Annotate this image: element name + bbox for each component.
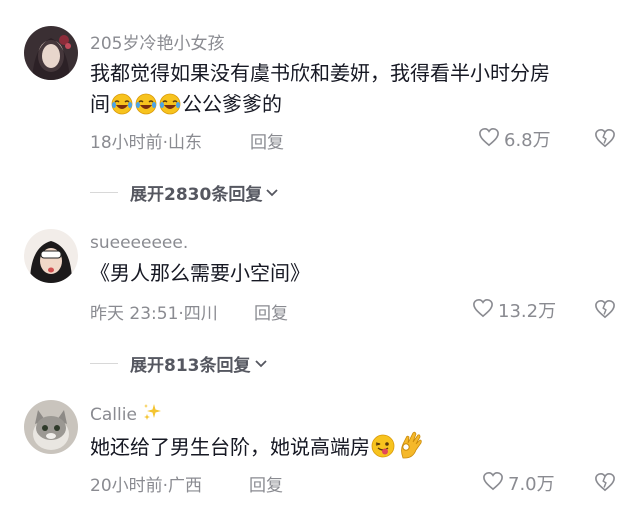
dislike-button[interactable] [594, 472, 616, 496]
comment-text-line: 我都觉得如果没有虞书欣和姜妍，我得看半小时分房 [90, 61, 550, 85]
reply-button[interactable]: 回复 [250, 128, 284, 153]
expand-replies-button[interactable]: 展开2830条回复 [90, 180, 279, 205]
avatar[interactable] [24, 400, 78, 454]
chevron-down-icon [254, 354, 268, 373]
username[interactable]: 205岁冷艳小女孩 [90, 29, 224, 54]
laughing-crying-emoji-icon [135, 93, 157, 115]
like-button[interactable]: 7.0万 [482, 470, 555, 496]
laughing-crying-emoji-icon [111, 93, 133, 115]
divider [90, 363, 118, 364]
comment-text: 《男人那么需要小空间》 [90, 261, 310, 285]
comment-text: 我都觉得如果没有虞书欣和姜妍，我得看半小时分房 间 公公爹爹的 [90, 58, 610, 120]
chevron-down-icon [265, 183, 279, 202]
comment-text-line: 公公爹爹的 [182, 92, 282, 116]
heart-icon [472, 298, 494, 323]
winking-tongue-emoji-icon [371, 434, 395, 458]
expand-replies-label: 展开2830条回复 [130, 185, 263, 205]
comment-text-line: 她还给了男生台阶，她说高端房 [90, 435, 370, 459]
heart-icon [478, 127, 500, 152]
comment-text-line: 间 [90, 92, 110, 116]
username[interactable]: Callie [90, 402, 162, 427]
laughing-crying-emoji-icon [159, 93, 181, 115]
dislike-button[interactable] [594, 299, 616, 323]
divider [90, 192, 118, 193]
like-button[interactable]: 6.8万 [478, 126, 551, 152]
dislike-button[interactable] [594, 128, 616, 152]
comment-feed: 205岁冷艳小女孩 我都觉得如果没有虞书欣和姜妍，我得看半小时分房 间 公公爹爹的… [0, 0, 640, 511]
like-count: 7.0万 [508, 474, 555, 495]
comment-time-location: 18小时前·山东 [90, 133, 203, 153]
expand-replies-button[interactable]: 展开813条回复 [90, 351, 268, 376]
like-count: 6.8万 [504, 130, 551, 151]
comment-time-location: 20小时前·广西 [90, 476, 203, 496]
broken-heart-icon [595, 128, 615, 148]
like-count: 13.2万 [498, 301, 557, 322]
username-text: Callie [90, 405, 137, 425]
expand-replies-label: 展开813条回复 [130, 356, 251, 376]
reply-button[interactable]: 回复 [249, 471, 283, 496]
avatar[interactable] [24, 26, 78, 80]
like-button[interactable]: 13.2万 [472, 297, 556, 323]
broken-heart-icon [595, 472, 615, 492]
sparkles-icon [142, 402, 162, 427]
heart-icon [482, 471, 504, 496]
avatar[interactable] [24, 229, 78, 283]
ok-hand-emoji-icon [397, 430, 425, 460]
broken-heart-icon [595, 299, 615, 319]
reply-button[interactable]: 回复 [254, 299, 288, 324]
username[interactable]: sueeeeeee. [90, 233, 188, 253]
comment-time-location: 昨天 23:51·四川 [90, 304, 218, 324]
comment-text: 她还给了男生台阶，她说高端房 [90, 430, 610, 463]
